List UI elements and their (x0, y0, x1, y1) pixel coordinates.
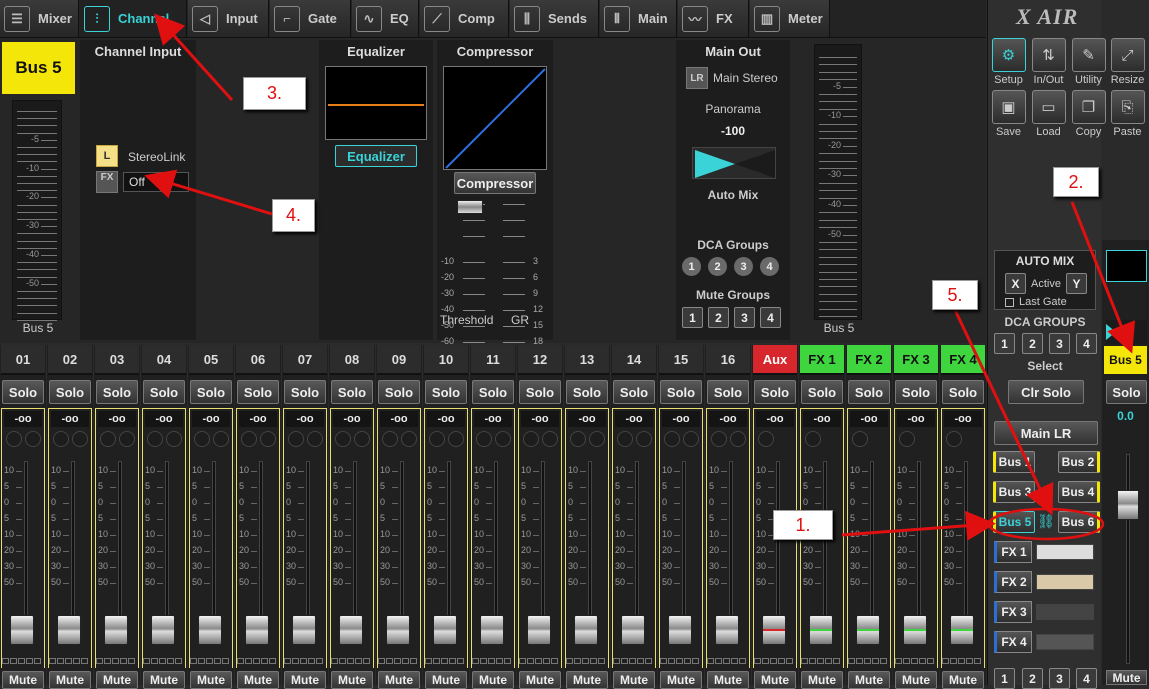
arrow-5 (953, 309, 1054, 516)
arrow-1 (841, 510, 996, 541)
annotation-1: 1. (773, 510, 833, 540)
resize-label: Resize (1110, 74, 1145, 86)
paste-button[interactable]: ⎘ Paste (1109, 90, 1146, 142)
paste-label: Paste (1113, 126, 1142, 138)
annotation-5: 5. (932, 280, 978, 310)
resize-button[interactable]: ⤢ Resize (1109, 38, 1146, 90)
paste-icon: ⎘ (1110, 90, 1145, 124)
arrow-3 (153, 13, 234, 102)
arrow-2 (1070, 201, 1136, 354)
resize-icon: ⤢ (1110, 38, 1145, 72)
arrow-4 (144, 169, 273, 216)
bus-link-highlight (987, 507, 1105, 541)
annotation-4: 4. (272, 199, 315, 232)
annotation-arrows (144, 13, 1136, 541)
annotation-2: 2. (1053, 167, 1099, 197)
annotation-3: 3. (243, 77, 306, 110)
